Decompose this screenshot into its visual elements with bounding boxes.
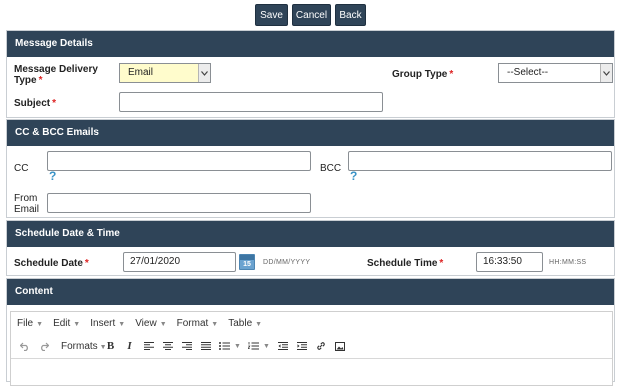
group-type-label: Group Type * [392,69,454,80]
caret-down-icon: ▼ [73,321,81,328]
caret-down-icon: ▼ [255,321,263,328]
caret-down-icon[interactable]: ▼ [234,343,244,350]
caret-down-icon[interactable]: ▼ [263,343,273,350]
menu-insert[interactable]: Insert ▼ [90,318,125,329]
cc-label: CC [14,163,29,174]
rich-text-editor: File ▼ Edit ▼ Insert ▼ View ▼ Format ▼ Table ▼… [10,311,613,386]
schedule-time-label: Schedule Time * [367,258,444,269]
delivery-type-select[interactable]: Email [119,63,211,83]
align-center-icon[interactable] [158,338,177,354]
caret-down-icon: ▼ [211,321,219,328]
cc-bcc-heading: CC & BCC Emails [7,120,614,146]
chevron-down-icon [600,64,612,82]
schedule-date-input[interactable]: 27/01/2020 [123,252,236,272]
cc-input[interactable] [47,151,311,171]
editor-content-area[interactable] [11,358,612,385]
menu-table[interactable]: Table ▼ [228,318,262,329]
menu-view[interactable]: View ▼ [135,318,166,329]
message-details-heading: Message Details [7,31,614,57]
bcc-help-icon[interactable]: ? [350,169,357,183]
numbered-list-icon[interactable] [244,338,263,354]
time-format-hint: HH:MM:SS [549,259,587,266]
back-button[interactable]: Back [335,4,366,26]
subject-label: Subject * [14,98,57,109]
bold-icon[interactable]: B [101,338,120,354]
image-icon[interactable] [330,338,349,354]
bcc-label: BCC [320,163,342,174]
align-right-icon[interactable] [177,338,196,354]
menu-format[interactable]: Format ▼ [177,318,219,329]
align-left-icon[interactable] [139,338,158,354]
date-format-hint: DD/MM/YYYY [263,259,311,266]
from-email-label: From Email [14,193,40,215]
save-button[interactable]: Save [255,4,288,26]
delivery-type-label: Message Delivery Type * [14,64,98,86]
bullet-list-icon[interactable] [215,338,234,354]
caret-down-icon: ▼ [36,321,44,328]
schedule-time-input[interactable]: 16:33:50 [476,252,543,272]
subject-input[interactable] [119,92,383,112]
cc-help-icon[interactable]: ? [49,169,56,183]
italic-icon[interactable]: I [120,338,139,354]
outdent-icon[interactable] [273,338,292,354]
editor-toolbar: Formats ▼ B I ▼ ▼ [15,338,349,354]
menu-file[interactable]: File ▼ [17,318,43,329]
caret-down-icon: ▼ [159,321,167,328]
content-heading: Content [7,279,614,305]
cancel-button[interactable]: Cancel [292,4,331,26]
undo-icon[interactable] [15,338,34,354]
editor-menubar: File ▼ Edit ▼ Insert ▼ View ▼ Format ▼ Table ▼ [17,318,262,329]
schedule-heading: Schedule Date & Time [7,221,614,247]
chevron-down-icon [198,64,210,82]
from-email-input[interactable] [47,193,311,213]
bcc-input[interactable] [348,151,612,171]
calendar-icon[interactable]: 15 [239,254,255,270]
menu-edit[interactable]: Edit ▼ [53,318,80,329]
group-type-select[interactable]: --Select-- [498,63,613,83]
formats-dropdown[interactable]: Formats ▼ [53,341,107,352]
link-icon[interactable] [311,338,330,354]
align-justify-icon[interactable] [196,338,215,354]
caret-down-icon: ▼ [118,321,126,328]
redo-icon[interactable] [34,338,53,354]
indent-icon[interactable] [292,338,311,354]
schedule-date-label: Schedule Date * [14,258,89,269]
